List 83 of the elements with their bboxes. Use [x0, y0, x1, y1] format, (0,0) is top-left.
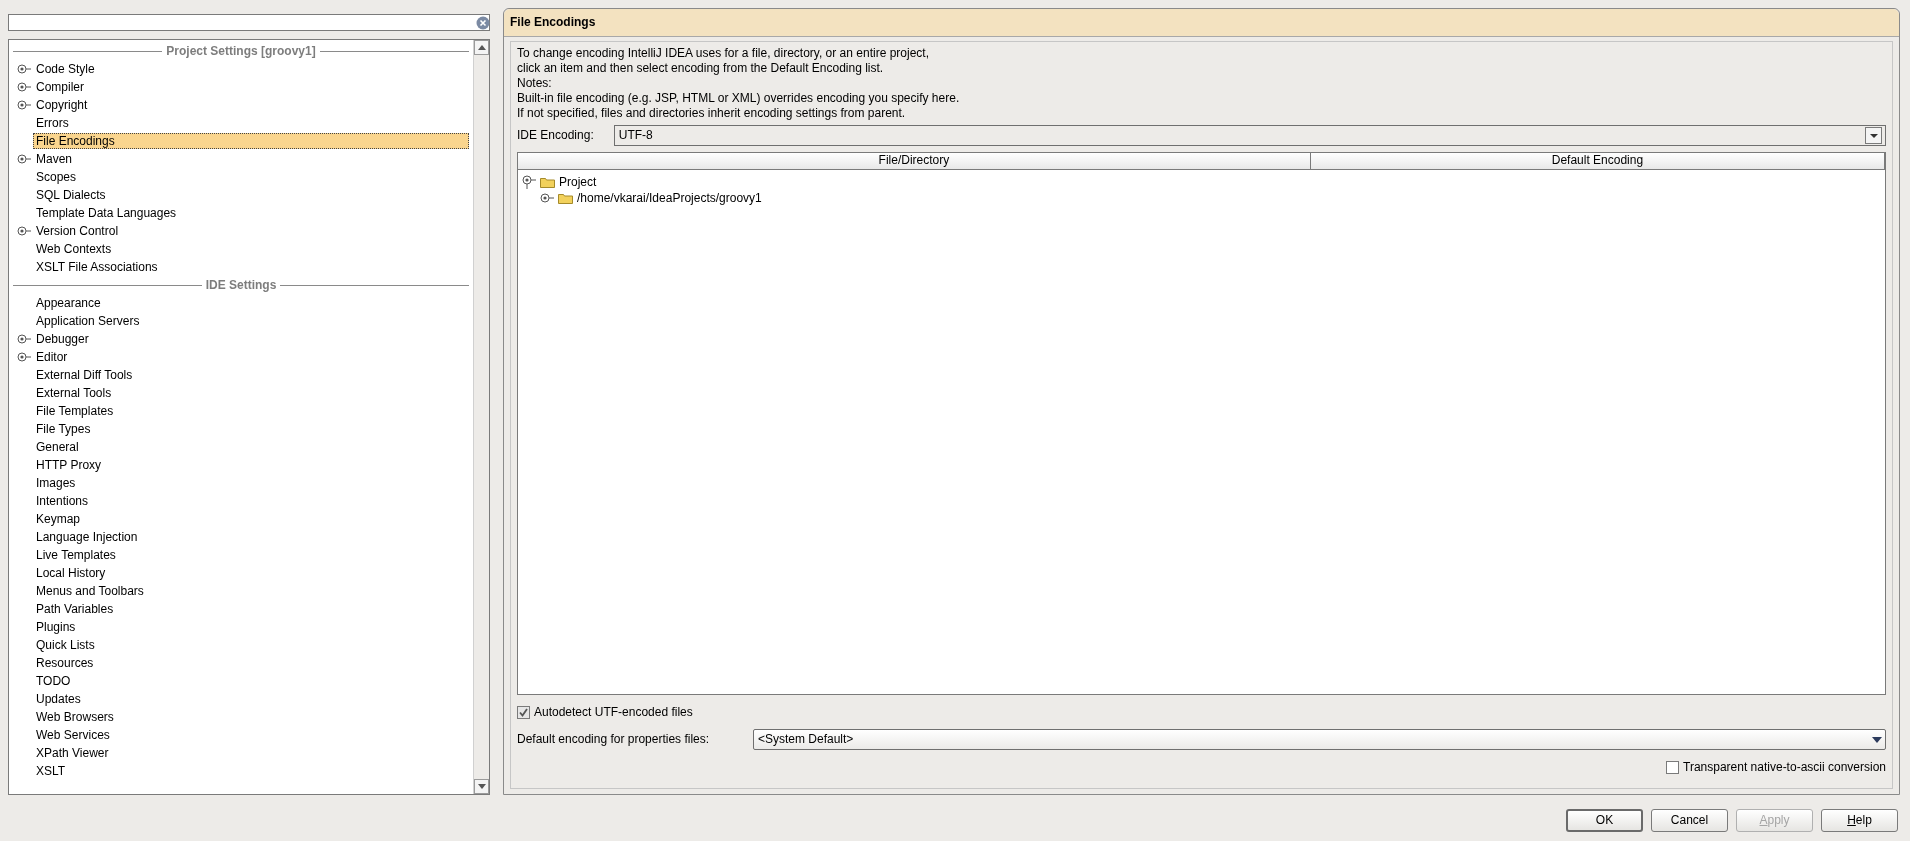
expand-handle-icon[interactable]: [540, 193, 554, 203]
settings-tree-item[interactable]: Appearance: [33, 294, 104, 312]
collapse-handle-icon[interactable]: [522, 175, 536, 189]
tree-node-label[interactable]: /home/vkarai/IdeaProjects/groovy1: [577, 190, 762, 206]
section-header: Project Settings [groovy1]: [165, 43, 317, 59]
settings-tree-item[interactable]: XPath Viewer: [33, 744, 112, 762]
expand-handle-icon[interactable]: [17, 352, 31, 362]
settings-tree-item[interactable]: Path Variables: [33, 600, 117, 618]
settings-tree-item[interactable]: Code Style: [33, 60, 98, 78]
native-to-ascii-label: Transparent native-to-ascii conversion: [1683, 759, 1886, 775]
settings-tree-item[interactable]: Resources: [33, 654, 97, 672]
settings-tree-item[interactable]: File Encodings: [33, 132, 469, 150]
settings-tree-item[interactable]: Web Browsers: [33, 708, 117, 726]
settings-tree-item[interactable]: Maven: [33, 150, 76, 168]
expand-handle-icon[interactable]: [17, 154, 31, 164]
settings-tree-item[interactable]: Debugger: [33, 330, 92, 348]
settings-tree-item[interactable]: General: [33, 438, 82, 456]
folder-icon: [540, 176, 555, 188]
ide-encoding-dropdown[interactable]: UTF-8: [613, 125, 1886, 146]
dialog-button[interactable]: Cancel: [1651, 809, 1728, 832]
settings-tree-item[interactable]: Language Injection: [33, 528, 141, 546]
expand-handle-icon[interactable]: [17, 100, 31, 110]
settings-tree-item[interactable]: Plugins: [33, 618, 79, 636]
settings-tree-item[interactable]: Updates: [33, 690, 84, 708]
settings-tree-item[interactable]: Application Servers: [33, 312, 143, 330]
scroll-down-button[interactable]: [474, 779, 489, 794]
settings-tree-item[interactable]: Template Data Languages: [33, 204, 180, 222]
description-line: If not specified, files and directories inherit encoding settings from parent.: [517, 106, 907, 121]
settings-tree-item[interactable]: HTTP Proxy: [33, 456, 105, 474]
settings-tree-item[interactable]: Keymap: [33, 510, 84, 528]
description-line: Notes:: [517, 76, 553, 91]
settings-tree-item[interactable]: Local History: [33, 564, 109, 582]
search-field[interactable]: [8, 14, 490, 31]
ide-encoding-label: IDE Encoding:: [517, 128, 595, 143]
panel-title: File Encodings: [510, 15, 596, 30]
column-header[interactable]: File/Directory: [518, 153, 1311, 169]
settings-tree-item[interactable]: External Tools: [33, 384, 115, 402]
settings-tree-item[interactable]: File Templates: [33, 402, 117, 420]
expand-handle-icon[interactable]: [17, 334, 31, 344]
dialog-button[interactable]: OK: [1566, 809, 1643, 832]
settings-tree-item[interactable]: Live Templates: [33, 546, 119, 564]
settings-tree-item[interactable]: Editor: [33, 348, 71, 366]
properties-encoding-label: Default encoding for properties files:: [517, 732, 711, 747]
settings-tree-item[interactable]: File Types: [33, 420, 94, 438]
native-to-ascii-checkbox[interactable]: [1666, 760, 1679, 774]
down-arrow-icon: [477, 784, 486, 789]
folder-icon: [558, 192, 573, 204]
settings-tree-item[interactable]: Version Control: [33, 222, 122, 240]
settings-tree-item[interactable]: Scopes: [33, 168, 80, 186]
scroll-up-button[interactable]: [474, 40, 489, 55]
properties-encoding-dropdown[interactable]: <System Default>: [753, 729, 1886, 750]
expand-handle-icon[interactable]: [17, 64, 31, 74]
section-header: IDE Settings: [204, 277, 278, 293]
dialog-button[interactable]: Help: [1821, 809, 1898, 832]
clear-icon[interactable]: [476, 16, 490, 30]
dropdown-value: <System Default>: [758, 732, 854, 747]
settings-tree-item[interactable]: Errors: [33, 114, 72, 132]
settings-tree-item[interactable]: Compiler: [33, 78, 87, 96]
dropdown-value: UTF-8: [618, 128, 653, 143]
settings-tree-item[interactable]: Images: [33, 474, 79, 492]
settings-tree-item[interactable]: Menus and Toolbars: [33, 582, 147, 600]
settings-tree-item[interactable]: Intentions: [33, 492, 92, 510]
description-line: click an item and then select encoding from the Default Encoding list.: [517, 61, 885, 76]
autodetect-checkbox[interactable]: [517, 705, 530, 719]
description-line: To change encoding IntelliJ IDEA uses for a file, directory, or an entire project,: [517, 46, 930, 61]
description-line: Built-in file encoding (e.g. JSP, HTML or XML) overrides encoding you specify here.: [517, 91, 961, 106]
autodetect-label: Autodetect UTF-encoded files: [534, 704, 693, 720]
settings-tree-item[interactable]: Web Services: [33, 726, 113, 744]
tree-node-label[interactable]: Project: [559, 174, 597, 190]
settings-tree-item[interactable]: XSLT File Associations: [33, 258, 161, 276]
caret-icon: [1872, 736, 1882, 743]
expand-handle-icon[interactable]: [17, 226, 31, 236]
settings-tree-item[interactable]: SQL Dialects: [33, 186, 109, 204]
settings-tree-item[interactable]: External Diff Tools: [33, 366, 136, 384]
up-arrow-icon: [477, 45, 486, 50]
expand-handle-icon[interactable]: [17, 82, 31, 92]
settings-tree-item[interactable]: TODO: [33, 672, 74, 690]
settings-tree-item[interactable]: Quick Lists: [33, 636, 98, 654]
caret-icon: [1869, 133, 1878, 138]
settings-tree-item[interactable]: Copyright: [33, 96, 91, 114]
column-header[interactable]: Default Encoding: [1310, 153, 1885, 169]
settings-tree-item[interactable]: XSLT: [33, 762, 69, 780]
settings-tree-item[interactable]: Web Contexts: [33, 240, 115, 258]
